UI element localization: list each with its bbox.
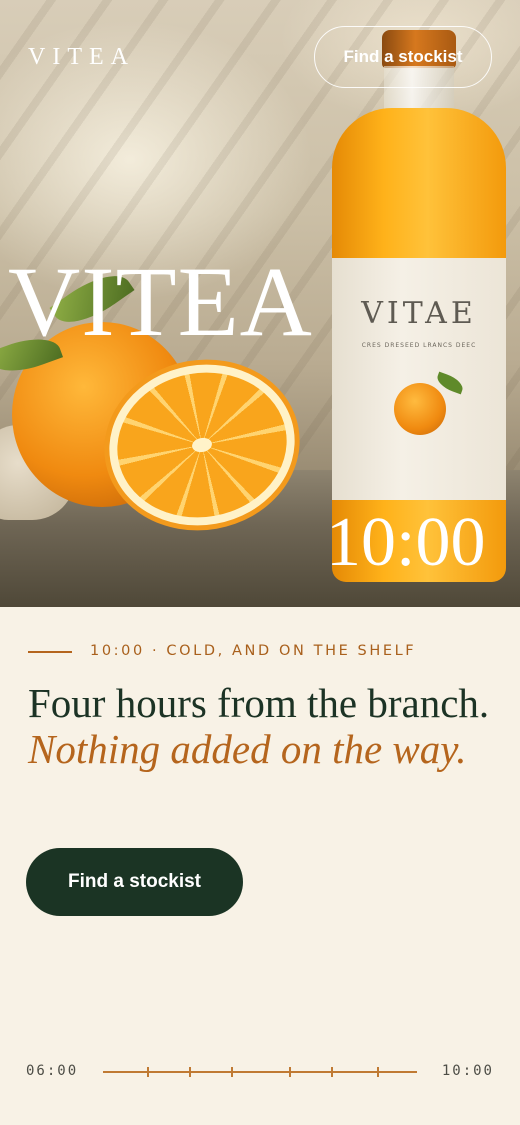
headline-accent: Nothing added on the way. — [28, 726, 467, 772]
eyebrow-rule — [28, 651, 72, 653]
eyebrow: 10:00 · COLD, AND ON THE SHELF — [28, 640, 498, 664]
timeline-tick — [377, 1067, 379, 1077]
juice-bottle-image: VITAE CRES DRESEED LRANCS DEEC — [330, 30, 508, 582]
find-stockist-button[interactable]: Find a stockist — [26, 848, 243, 916]
header-find-stockist-button[interactable]: Find a stockist — [314, 26, 492, 88]
timeline-tick — [289, 1067, 291, 1077]
headline: Four hours from the branch. Nothing adde… — [28, 680, 498, 772]
timeline-tick — [147, 1067, 149, 1077]
bottle-label-subtitle: CRES DRESEED LRANCS DEEC — [361, 342, 477, 349]
eyebrow-text: 10:00 · COLD, AND ON THE SHELF — [90, 643, 417, 659]
hero-wordmark: VITEA — [8, 246, 313, 357]
headline-plain: Four hours from the branch. — [28, 680, 490, 726]
timeline-tick — [231, 1067, 233, 1077]
timeline-start-label: 06:00 — [26, 1063, 79, 1079]
timeline-tick — [189, 1067, 191, 1077]
orange-illustration-icon — [394, 383, 446, 435]
brand-logo[interactable]: VITEA — [28, 44, 135, 71]
hero-section: VITAE CRES DRESEED LRANCS DEEC VITEA Fin… — [0, 0, 520, 607]
timeline-tick — [331, 1067, 333, 1077]
timeline-track[interactable] — [103, 1067, 417, 1077]
timeline: 06:00 10:00 — [26, 1060, 494, 1084]
timeline-end-label: 10:00 — [441, 1063, 494, 1079]
hero-time-display: 10:00 — [326, 504, 486, 581]
bottle-label-brand: VITAE — [361, 296, 477, 331]
bottle-label: VITAE CRES DRESEED LRANCS DEEC — [332, 258, 506, 500]
